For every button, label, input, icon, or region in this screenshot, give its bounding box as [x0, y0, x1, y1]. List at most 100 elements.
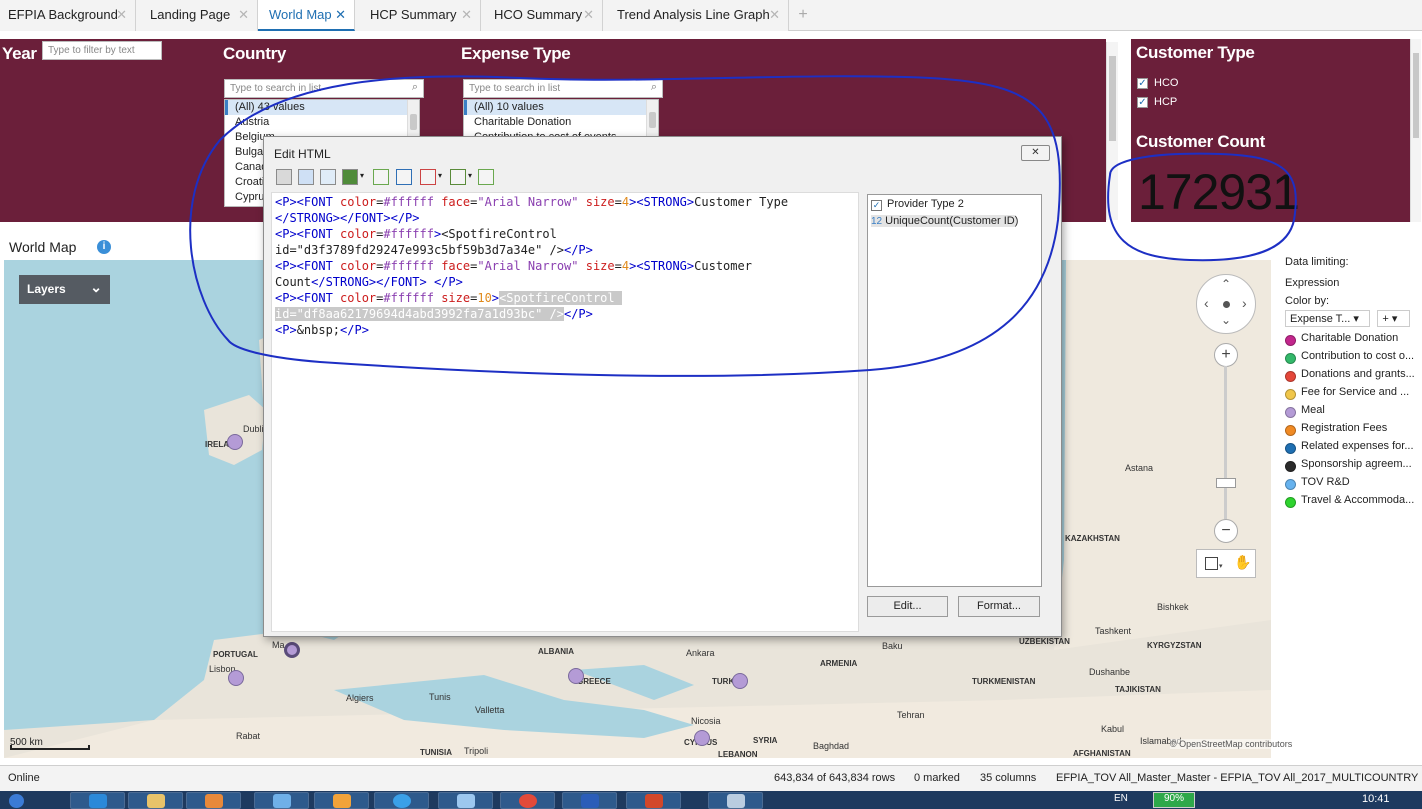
zoom-in-button[interactable]: +: [1214, 343, 1238, 367]
pan-up-icon[interactable]: ⌃: [1221, 277, 1231, 291]
legend-item[interactable]: Donations and grants...: [1285, 368, 1415, 386]
add-tab-button[interactable]: +: [790, 0, 816, 31]
legend-item[interactable]: Contribution to cost o...: [1285, 350, 1415, 368]
save-icon[interactable]: [276, 169, 292, 185]
list-item[interactable]: (All) 43 values: [225, 100, 419, 115]
country-search-input[interactable]: Type to search in list ⌕: [224, 79, 424, 98]
layers-button[interactable]: Layers ⌄: [19, 275, 110, 304]
taskbar-app[interactable]: [562, 792, 617, 809]
scroll-thumb[interactable]: [1413, 53, 1419, 138]
expense-type-list[interactable]: (All) 10 values Charitable Donation Cont…: [463, 99, 659, 139]
taskbar-app[interactable]: [500, 792, 555, 809]
insert-control-icon[interactable]: [342, 169, 358, 185]
taskbar-app[interactable]: [186, 792, 241, 809]
taskbar-app[interactable]: [70, 792, 125, 809]
close-button[interactable]: ✕: [1021, 145, 1050, 161]
color-by-select[interactable]: Expense T... ▾: [1285, 310, 1370, 327]
tab-efpia-background[interactable]: EFPIA Background ✕: [0, 0, 136, 31]
close-icon[interactable]: ✕: [583, 0, 594, 30]
chevron-down-icon[interactable]: ▾: [1219, 562, 1223, 570]
tab-world-map[interactable]: World Map ✕: [258, 0, 355, 31]
status-marked[interactable]: 0 marked: [914, 772, 960, 784]
insert-image-icon[interactable]: [320, 169, 336, 185]
taskbar-app[interactable]: [438, 792, 493, 809]
battery-indicator[interactable]: 90%: [1153, 792, 1195, 808]
close-icon[interactable]: ✕: [461, 0, 472, 30]
pan-right-icon[interactable]: ›: [1242, 295, 1247, 311]
tab-hcp-summary[interactable]: HCP Summary ✕: [355, 0, 481, 31]
expense-list-scrollbar[interactable]: [646, 100, 658, 138]
close-icon[interactable]: ✕: [335, 0, 346, 30]
map-marker[interactable]: [284, 642, 300, 658]
map-marker[interactable]: [228, 670, 244, 686]
map-marker[interactable]: [227, 434, 243, 450]
taskbar-app[interactable]: [128, 792, 183, 809]
tab-trend-analysis[interactable]: Trend Analysis Line Graph ✕: [603, 0, 789, 31]
taskbar-app[interactable]: [374, 792, 429, 809]
taskbar-app[interactable]: [708, 792, 763, 809]
list-item-unique-count[interactable]: 12 UniqueCount(Customer ID): [871, 215, 1018, 227]
list-item-provider-type[interactable]: ✓ Provider Type 2: [871, 198, 964, 211]
scroll-thumb[interactable]: [649, 112, 656, 128]
html-code-editor[interactable]: <P><FONT color=#ffffff face="Arial Narro…: [271, 192, 859, 632]
action-control-icon[interactable]: [420, 169, 436, 185]
rectangle-select-icon[interactable]: [1205, 557, 1218, 570]
tab-landing-page[interactable]: Landing Page ✕: [136, 0, 258, 31]
legend-label: Related expenses for...: [1301, 440, 1414, 452]
map-pan-control[interactable]: ⌃ ⌄ ‹ ›: [1196, 274, 1256, 334]
legend-item[interactable]: Travel & Accommoda...: [1285, 494, 1415, 512]
scroll-thumb[interactable]: [1109, 56, 1116, 141]
legend-item[interactable]: Sponsorship agreem...: [1285, 458, 1415, 476]
taskbar-app[interactable]: [626, 792, 681, 809]
clock[interactable]: 10:41: [1362, 793, 1390, 805]
script-icon[interactable]: [478, 169, 494, 185]
image-icon[interactable]: [298, 169, 314, 185]
expense-search-input[interactable]: Type to search in list ⌕: [463, 79, 663, 98]
pan-down-icon[interactable]: ⌄: [1221, 313, 1231, 327]
list-item[interactable]: Austria: [225, 115, 419, 130]
map-marker[interactable]: [732, 673, 748, 689]
expression-label[interactable]: Expression: [1285, 277, 1415, 289]
year-filter-input[interactable]: Type to filter by text: [42, 41, 162, 60]
legend-item[interactable]: Related expenses for...: [1285, 440, 1415, 458]
close-icon[interactable]: ✕: [238, 0, 249, 30]
info-icon[interactable]: i: [97, 240, 111, 254]
pan-left-icon[interactable]: ‹: [1204, 295, 1209, 311]
zoom-slider-thumb[interactable]: [1216, 478, 1236, 488]
zoom-out-button[interactable]: −: [1214, 519, 1238, 543]
scroll-thumb[interactable]: [410, 114, 417, 130]
list-item[interactable]: Charitable Donation: [464, 115, 658, 130]
legend-item[interactable]: Charitable Donation: [1285, 332, 1415, 350]
filter-panel-scrollbar[interactable]: [1106, 42, 1118, 220]
chevron-down-icon[interactable]: ▾: [438, 171, 442, 180]
close-icon[interactable]: ✕: [116, 0, 127, 30]
hco-checkbox[interactable]: ✓: [1137, 78, 1148, 89]
add-color-rule-button[interactable]: + ▾: [1377, 310, 1411, 327]
hcp-checkbox[interactable]: ✓: [1137, 97, 1148, 108]
customer-panel-scrollbar[interactable]: [1410, 39, 1421, 222]
legend-item[interactable]: Meal: [1285, 404, 1415, 422]
taskbar-app[interactable]: [254, 792, 309, 809]
edit-button[interactable]: Edit...: [867, 596, 948, 617]
chevron-down-icon[interactable]: ▾: [468, 171, 472, 180]
legend-item[interactable]: TOV R&D: [1285, 476, 1415, 494]
list-item[interactable]: (All) 10 values: [464, 100, 658, 115]
status-data-source[interactable]: EFPIA_TOV All_Master_Master - EFPIA_TOV …: [1056, 772, 1418, 784]
map-marker[interactable]: [694, 730, 710, 746]
legend-item[interactable]: Registration Fees: [1285, 422, 1415, 440]
chevron-down-icon[interactable]: ▾: [360, 171, 364, 180]
dynamic-item-icon[interactable]: [450, 169, 466, 185]
format-button[interactable]: Format...: [958, 596, 1040, 617]
language-indicator[interactable]: EN: [1114, 793, 1128, 804]
legend-item[interactable]: Fee for Service and ...: [1285, 386, 1415, 404]
close-icon[interactable]: ✕: [769, 0, 780, 30]
zoom-slider[interactable]: [1224, 366, 1227, 519]
map-marker[interactable]: [568, 668, 584, 684]
hand-icon[interactable]: ✋: [1234, 554, 1251, 571]
tab-hco-summary[interactable]: HCO Summary ✕: [481, 0, 603, 31]
taskbar-app[interactable]: [314, 792, 369, 809]
controls-list[interactable]: ✓ Provider Type 2 12 UniqueCount(Customer …: [867, 194, 1042, 587]
insert-property-icon[interactable]: [373, 169, 389, 185]
start-button[interactable]: [0, 792, 38, 809]
filter-icon[interactable]: [396, 169, 412, 185]
